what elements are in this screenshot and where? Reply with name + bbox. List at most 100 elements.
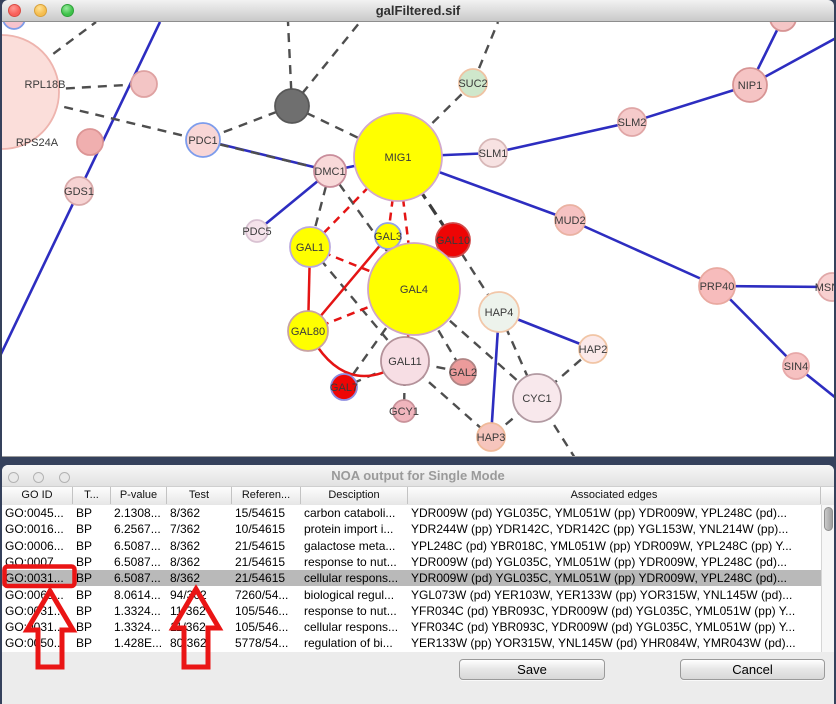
cell: GO:0007... [5, 554, 72, 570]
cell: 15/54615 [235, 505, 300, 521]
node-label-GAL7: GAL7 [330, 382, 358, 394]
cell: 21/54615 [235, 554, 300, 570]
graph-window: galFiltered.sif RPL18BRPS24AGDS1PDC1DMC1… [2, 0, 834, 457]
node-label-SLM1: SLM1 [479, 148, 508, 160]
cell: biological regul... [304, 587, 407, 603]
column-header-desciption[interactable]: Desciption [301, 487, 408, 504]
noa-window: NOA output for Single Mode GO IDT...P-va… [2, 465, 834, 704]
node-label-HAP3: HAP3 [477, 432, 506, 444]
cell: regulation of bi... [304, 635, 407, 651]
cell: GO:0045... [5, 505, 72, 521]
cell: YFR034C (pd) YBR093C, YDR009W (pd) YGL03… [411, 619, 820, 635]
network-svg: RPL18BRPS24AGDS1PDC1DMC1MIG1SUC2SLM1SLM2… [2, 22, 834, 456]
cell: response to nut... [304, 603, 407, 619]
column-header-referen-[interactable]: Referen... [232, 487, 301, 504]
node-bignode[interactable] [2, 35, 59, 149]
table-row-2[interactable]: GO:0006...BP6.5087...8/36221/54615galact… [2, 538, 821, 554]
cell: YDR009W (pd) YGL035C, YML051W (pp) YDR00… [411, 554, 820, 570]
cell: response to nut... [304, 554, 407, 570]
table-row-8[interactable]: GO:0050...BP1.428E...80/3625778/54...reg… [2, 635, 821, 651]
cell: GO:0031... [5, 619, 72, 635]
cell: BP [76, 521, 110, 537]
cell: BP [76, 570, 110, 586]
node-label-DMC1: DMC1 [314, 166, 345, 178]
node-label-MIG1: MIG1 [385, 152, 412, 164]
edge-SLM1-SLM2 [493, 122, 632, 153]
table-row-4[interactable]: GO:0031...BP6.5087...8/36221/54615cellul… [2, 570, 821, 586]
vertical-scrollbar[interactable] [821, 505, 834, 652]
cell: 5778/54... [235, 635, 300, 651]
cancel-button[interactable]: Cancel [680, 659, 825, 680]
cell: BP [76, 587, 110, 603]
node-label-CYC1: CYC1 [522, 393, 551, 405]
table-row-1[interactable]: GO:0016...BP6.2567...7/36210/54615protei… [2, 521, 821, 537]
cell: BP [76, 635, 110, 651]
node-label-SUC2: SUC2 [458, 78, 487, 90]
node-graynode[interactable] [275, 89, 309, 123]
cell: galactose meta... [304, 538, 407, 554]
column-header-associated-edges[interactable]: Associated edges [408, 487, 821, 504]
cell: BP [76, 603, 110, 619]
cell: 11/362 [170, 603, 231, 619]
node-RPS24A[interactable] [77, 129, 103, 155]
cell: 105/546... [235, 619, 300, 635]
table-row-7[interactable]: GO:0031...BP1.3324...11/362105/546...cel… [2, 619, 821, 635]
column-header-p-value[interactable]: P-value [111, 487, 167, 504]
column-header-test[interactable]: Test [167, 487, 232, 504]
cell: 8/362 [170, 505, 231, 521]
node-label-GDS1: GDS1 [64, 186, 94, 198]
cell: GO:0031... [5, 570, 72, 586]
graph-window-titlebar[interactable]: galFiltered.sif [2, 0, 834, 22]
cell: carbon cataboli... [304, 505, 407, 521]
cell: 105/546... [235, 603, 300, 619]
node-label-SLM2: SLM2 [618, 117, 647, 129]
node-label-GAL80: GAL80 [291, 326, 325, 338]
graph-window-title: galFiltered.sif [2, 0, 834, 21]
table-row-0[interactable]: GO:0045...BP2.1308...8/36215/54615carbon… [2, 505, 821, 521]
cell: protein import i... [304, 521, 407, 537]
column-header-t-[interactable]: T... [73, 487, 111, 504]
cell: GO:0006... [5, 538, 72, 554]
scrollbar-thumb[interactable] [824, 507, 833, 531]
save-button[interactable]: Save [459, 659, 605, 680]
cell: BP [76, 505, 110, 521]
cell: 1.3324... [114, 619, 166, 635]
cell: YER133W (pp) YOR315W, YNL145W (pd) YHR08… [411, 635, 820, 651]
cell: GO:0016... [5, 521, 72, 537]
noa-window-titlebar[interactable]: NOA output for Single Mode [2, 465, 834, 487]
node-minitl[interactable] [3, 22, 25, 29]
node-label-GAL3: GAL3 [374, 231, 402, 243]
table-row-5[interactable]: GO:0065...BP8.0614...94/3627260/54...bio… [2, 587, 821, 603]
node-label-RPS24A: RPS24A [16, 137, 59, 149]
cell: 94/362 [170, 587, 231, 603]
column-header-go-id[interactable]: GO ID [2, 487, 73, 504]
cell: 21/54615 [235, 570, 300, 586]
node-label-HAP2: HAP2 [579, 344, 608, 356]
node-RPL18B[interactable] [131, 71, 157, 97]
cell: cellular respons... [304, 619, 407, 635]
node-label-NIP1: NIP1 [738, 80, 762, 92]
cell: 21/54615 [235, 538, 300, 554]
cell: 11/362 [170, 619, 231, 635]
table-row-3[interactable]: GO:0007...BP6.5087...8/36221/54615respon… [2, 554, 821, 570]
cell: 8/362 [170, 538, 231, 554]
node-label-PDC1: PDC1 [188, 135, 217, 147]
cell: 8.0614... [114, 587, 166, 603]
network-canvas[interactable]: RPL18BRPS24AGDS1PDC1DMC1MIG1SUC2SLM1SLM2… [2, 22, 834, 457]
cell: 8/362 [170, 570, 231, 586]
noa-window-title: NOA output for Single Mode [2, 465, 834, 486]
node-label-PRP40: PRP40 [700, 281, 735, 293]
node-label-GAL10: GAL10 [436, 235, 470, 247]
node-label-MUD2: MUD2 [554, 215, 585, 227]
table-header: GO IDT...P-valueTestReferen...Desciption… [2, 486, 834, 506]
table-row-6[interactable]: GO:0031...BP1.3324...11/362105/546...res… [2, 603, 821, 619]
cell: BP [76, 554, 110, 570]
cell: 7260/54... [235, 587, 300, 603]
node-toprt[interactable] [770, 22, 796, 31]
cell: YFR034C (pd) YBR093C, YDR009W (pd) YGL03… [411, 603, 820, 619]
node-label-GAL4: GAL4 [400, 284, 428, 296]
cell: YDR009W (pd) YGL035C, YML051W (pp) YDR00… [411, 570, 820, 586]
node-label-MSN5: MSN5 [815, 282, 834, 294]
cell: GO:0065... [5, 587, 72, 603]
cell: YPL248C (pd) YBR018C, YML051W (pp) YDR00… [411, 538, 820, 554]
